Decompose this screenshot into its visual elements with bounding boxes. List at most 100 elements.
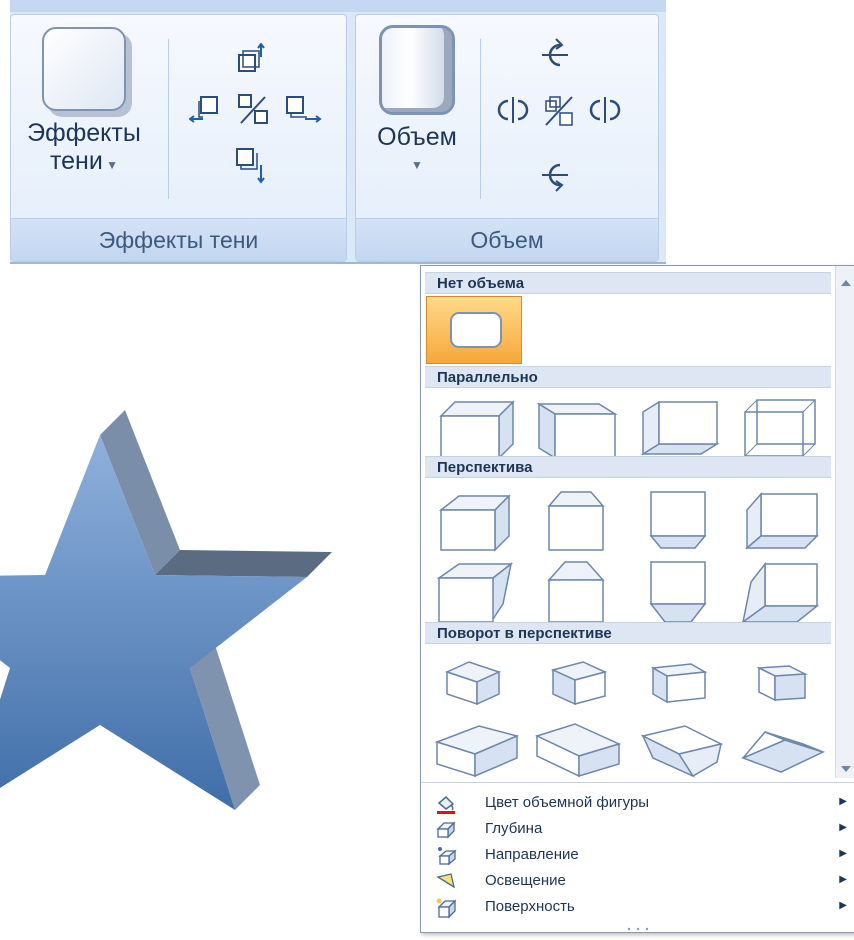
gallery-item-perspective-7[interactable] (633, 556, 725, 628)
volume-button[interactable]: Объем ▼ (362, 25, 472, 179)
gallery-item-perspective-6[interactable] (531, 556, 623, 628)
shadow-square-icon (42, 27, 126, 111)
nudge-left-icon (188, 96, 218, 123)
menu-item-label: Освещение (485, 872, 566, 889)
gallery-item-perspective-2[interactable] (531, 484, 623, 556)
gallery-item-perspective-8[interactable] (735, 556, 827, 628)
gallery-scrollbar[interactable] (835, 266, 854, 778)
resize-grip-icon[interactable] (621, 926, 655, 932)
menu-item-lighting[interactable]: Освещение ▶ (421, 869, 854, 895)
gallery-item-rotation-6[interactable] (531, 714, 623, 778)
3d-star-shape[interactable] (0, 400, 340, 840)
tilt-down-button[interactable] (540, 155, 570, 202)
gallery-item-no-volume[interactable] (426, 296, 522, 364)
nudge-shadow-right-button[interactable] (283, 91, 323, 134)
nudge-shadow-up-button[interactable] (233, 42, 269, 86)
menu-item-depth[interactable]: Глубина ▶ (421, 817, 854, 843)
menu-item-surface[interactable]: Поверхность ▶ (421, 895, 854, 921)
submenu-arrow-icon: ▶ (839, 796, 847, 807)
volume-menu-items: Цвет объемной фигуры ▶ Глубина ▶ Направл… (421, 782, 854, 933)
rotated-cube-icon (444, 661, 502, 706)
tilt-left-button[interactable] (496, 95, 530, 132)
section-no-volume: Нет объема (425, 272, 831, 294)
depth-icon (436, 821, 456, 839)
gallery-item-rotation-4[interactable] (735, 648, 827, 720)
menu-item-direction[interactable]: Направление ▶ (421, 843, 854, 869)
rotated-cube-icon (740, 731, 826, 773)
gallery-item-rotation-5[interactable] (429, 714, 521, 778)
volume-button-label: Объем (377, 123, 457, 151)
shadow-toggle-button[interactable] (235, 91, 271, 134)
gallery-item-rotation-3[interactable] (633, 648, 725, 720)
section-perspective: Перспектива (425, 456, 831, 478)
separator (168, 39, 169, 199)
gallery-item-perspective-1[interactable] (429, 484, 521, 556)
scroll-up-icon[interactable] (841, 280, 851, 286)
nudge-shadow-left-button[interactable] (188, 91, 225, 134)
gallery-item-parallel-3[interactable] (633, 392, 725, 464)
rotated-cube-icon (640, 725, 724, 778)
oblique-cube-icon (536, 402, 618, 460)
oblique-cube-icon (640, 400, 720, 456)
nudge-shadow-down-button[interactable] (233, 145, 269, 192)
gallery-item-parallel-1[interactable] (429, 392, 521, 464)
gallery-item-parallel-4[interactable] (735, 392, 827, 464)
volume-toggle-button[interactable] (542, 93, 576, 134)
shadow-effects-group: Эффекты тени ▼ Эффекты тени (10, 14, 347, 262)
nudge-up-icon (238, 42, 265, 72)
direction-icon (438, 847, 457, 866)
perspective-cube-icon (744, 492, 819, 550)
tilt-down-icon (542, 163, 568, 192)
oblique-cube-icon (744, 399, 816, 457)
dropdown-arrow-icon: ▼ (102, 158, 119, 172)
dropdown-arrow-icon: ▼ (411, 158, 423, 172)
gallery-item-perspective-5[interactable] (429, 556, 521, 628)
nudge-right-icon (286, 96, 322, 123)
gallery-item-rotation-1[interactable] (429, 648, 521, 720)
menu-item-label: Поверхность (485, 898, 575, 915)
ribbon: Эффекты тени ▼ Эффекты тени Объем ▼ Объе… (10, 0, 666, 264)
shadow-effects-button[interactable]: Эффекты тени ▼ (19, 27, 149, 179)
tilt-up-button[interactable] (540, 35, 570, 82)
gallery-item-rotation-8[interactable] (735, 714, 827, 778)
star-side-face (155, 550, 332, 577)
shadow-effects-label-line2: тени (49, 147, 103, 175)
perspective-cube-icon (438, 494, 511, 552)
volume-group: Объем ▼ Объем (355, 14, 659, 262)
rotated-cube-icon (534, 723, 622, 778)
flat-square-icon (450, 312, 502, 348)
volume-gallery: Нет объема Параллельно Перспектива Повор… (421, 266, 835, 778)
shadow-on-off-icon (238, 94, 268, 124)
surface-icon (436, 898, 457, 919)
tilt-left-icon (497, 97, 529, 123)
scroll-down-icon[interactable] (841, 766, 851, 772)
gallery-item-perspective-3[interactable] (633, 484, 725, 556)
tilt-right-button[interactable] (588, 95, 622, 132)
perspective-cube-icon (547, 561, 605, 623)
rotated-cube-icon (756, 665, 808, 702)
gallery-item-perspective-4[interactable] (735, 484, 827, 556)
menu-item-label: Цвет объемной фигуры (485, 794, 650, 811)
gallery-item-rotation-2[interactable] (531, 648, 623, 720)
rotated-cube-icon (550, 661, 608, 706)
volume-dropdown-menu: Нет объема Параллельно Перспектива Повор… (420, 265, 854, 933)
gallery-item-rotation-7[interactable] (633, 714, 725, 778)
perspective-cube-icon (649, 491, 707, 549)
section-perspective-rotation: Поворот в перспективе (425, 622, 831, 644)
volume-cube-icon (379, 25, 455, 115)
lighting-icon (436, 873, 455, 889)
shadow-effects-group-label: Эффекты тени (11, 218, 346, 261)
volume-group-label: Объем (356, 218, 658, 261)
section-parallel: Параллельно (425, 366, 831, 388)
rotated-cube-icon (434, 725, 520, 778)
submenu-arrow-icon: ▶ (839, 822, 847, 833)
submenu-arrow-icon: ▶ (839, 900, 847, 911)
submenu-arrow-icon: ▶ (839, 874, 847, 885)
menu-item-label: Направление (485, 846, 579, 863)
gallery-item-parallel-2[interactable] (531, 392, 623, 464)
menu-item-label: Глубина (485, 820, 543, 837)
separator (480, 39, 481, 199)
menu-item-3d-color[interactable]: Цвет объемной фигуры ▶ (421, 791, 854, 817)
perspective-cube-icon (649, 561, 707, 623)
rotated-cube-icon (650, 663, 708, 704)
